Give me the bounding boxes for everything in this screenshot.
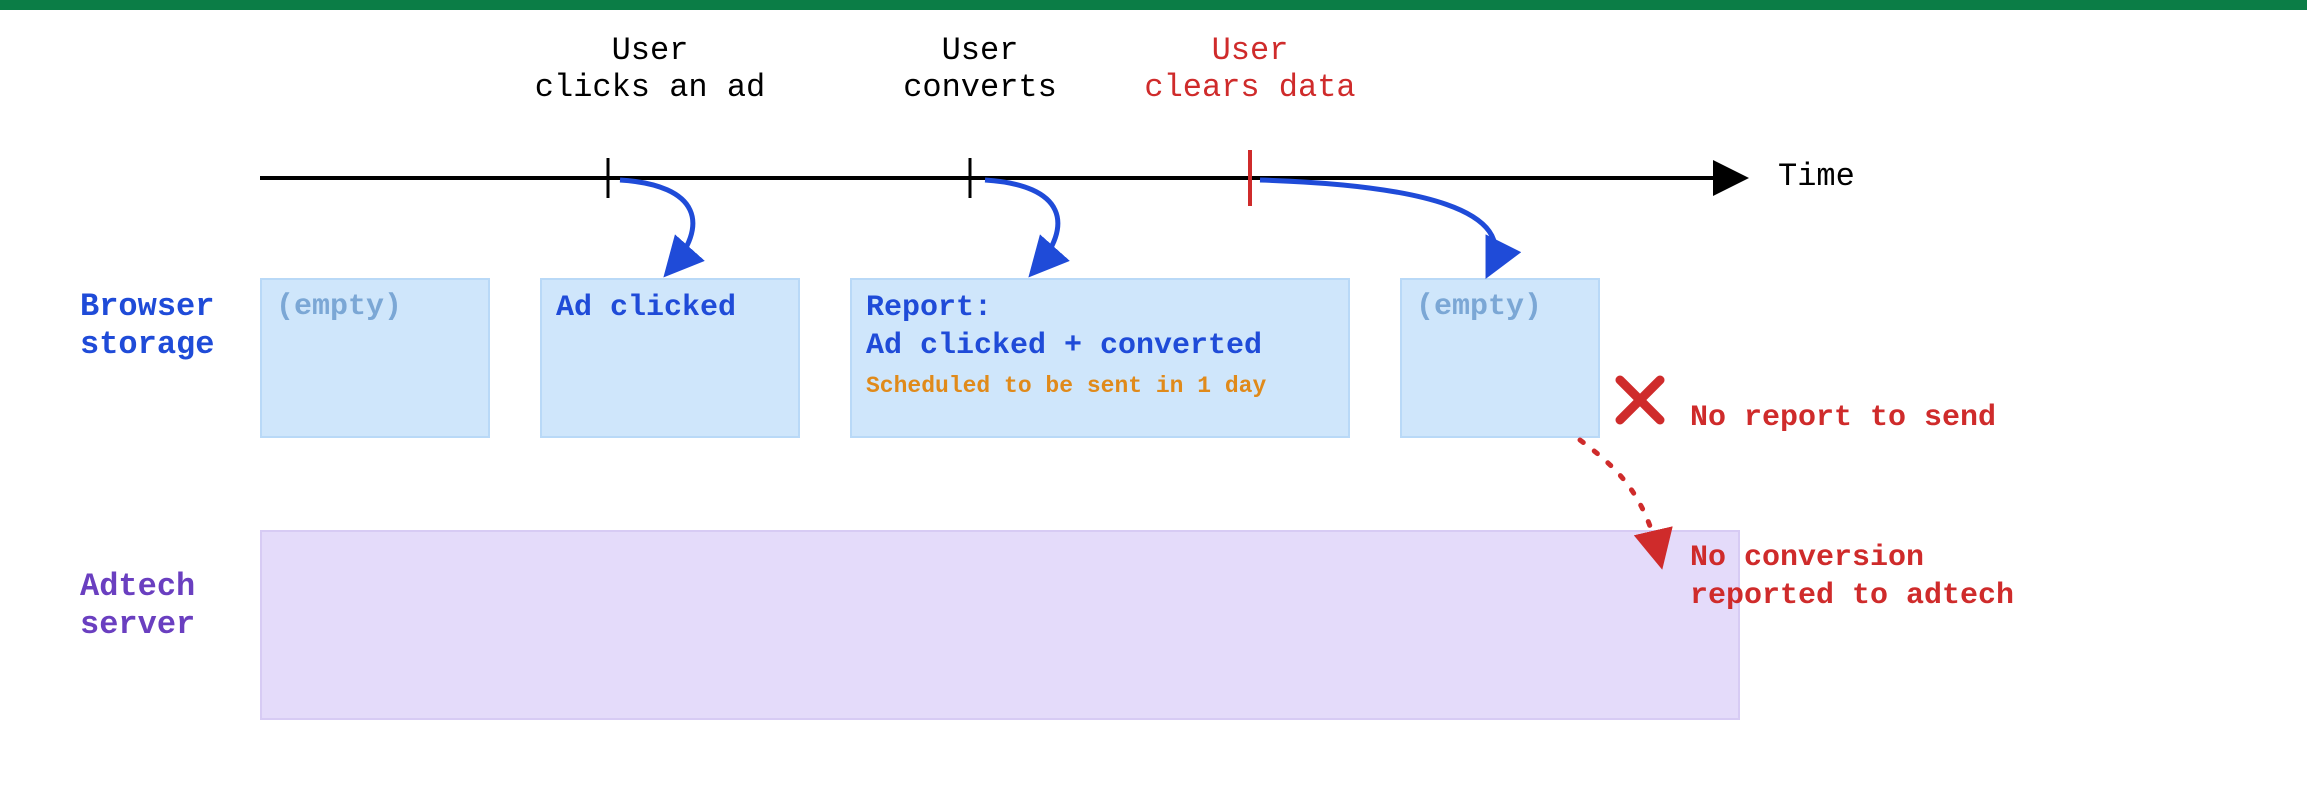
error-no-conversion-label: No conversion reported to adtech <box>1690 540 2014 615</box>
storage-state-3: (empty) <box>1400 278 1600 438</box>
storage-title: Report: Ad clicked + converted <box>866 290 1334 365</box>
storage-state-0: (empty) <box>260 278 490 438</box>
x-mark-icon <box>1620 380 1660 420</box>
timeline-event-clear-label: User clears data <box>1110 33 1390 107</box>
diagram-stage: User clicks an ad User converts User cle… <box>0 0 2307 807</box>
storage-title: Ad clicked <box>556 291 736 325</box>
top-accent-strip <box>0 0 2307 10</box>
storage-state-2: Report: Ad clicked + converted Scheduled… <box>850 278 1350 438</box>
adtech-server-box <box>260 530 1740 720</box>
row-label-browser-storage: Browser storage <box>80 288 214 365</box>
storage-state-1: Ad clicked <box>540 278 800 438</box>
timeline-event-convert-label: User converts <box>870 33 1090 107</box>
row-label-adtech-server: Adtech server <box>80 568 195 645</box>
arrow-click-to-storage <box>620 180 693 270</box>
timeline-event-click-label: User clicks an ad <box>510 33 790 107</box>
arrow-clear-to-storage <box>1260 180 1495 270</box>
storage-empty-label: (empty) <box>1416 290 1542 324</box>
timeline-axis-label: Time <box>1778 158 1855 195</box>
error-no-report-label: No report to send <box>1690 400 1996 438</box>
arrow-convert-to-storage <box>985 180 1058 270</box>
storage-empty-label: (empty) <box>276 290 402 324</box>
storage-subtitle: Scheduled to be sent in 1 day <box>866 373 1334 399</box>
